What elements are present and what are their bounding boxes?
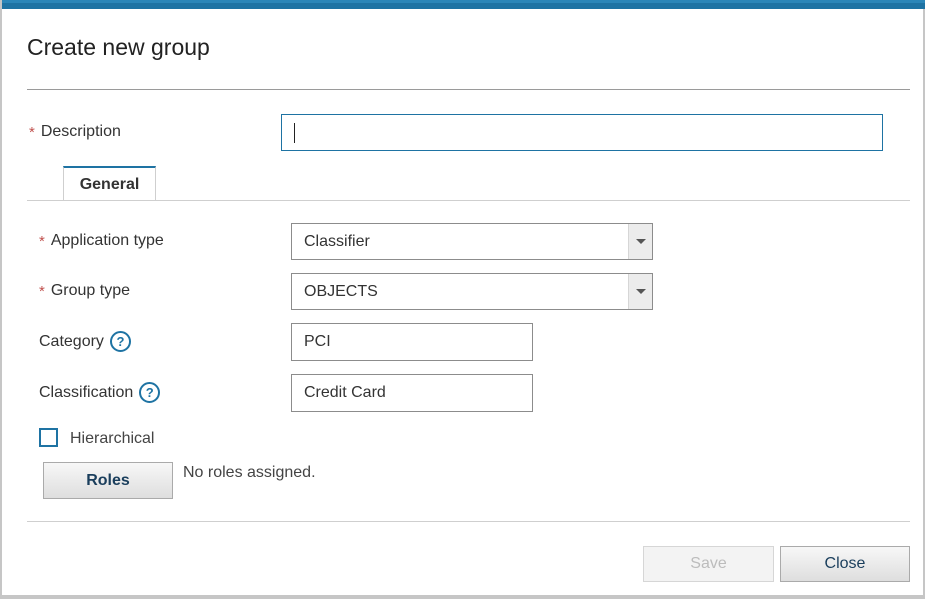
classification-input[interactable]: Credit Card — [291, 374, 533, 412]
dropdown-arrow[interactable] — [628, 224, 652, 259]
text-caret — [294, 122, 295, 143]
title-divider — [27, 89, 910, 90]
application-type-label: * Application type — [39, 232, 164, 250]
roles-button[interactable]: Roles — [43, 462, 173, 499]
dialog-title: Create new group — [27, 34, 210, 60]
chevron-down-icon — [635, 289, 646, 294]
group-type-value: OBJECTS — [304, 282, 378, 300]
dropdown-arrow[interactable] — [628, 274, 652, 309]
required-marker: * — [39, 282, 45, 300]
description-input[interactable] — [281, 114, 883, 151]
roles-status: No roles assigned. — [183, 464, 316, 481]
tab-general[interactable]: General — [63, 166, 156, 201]
classification-label: Classification ? — [39, 382, 161, 403]
category-input[interactable]: PCI — [291, 323, 533, 361]
hierarchical-label: Hierarchical — [70, 430, 155, 447]
group-type-select[interactable]: OBJECTS — [291, 273, 653, 310]
category-value: PCI — [304, 333, 331, 350]
group-type-label: * Group type — [39, 282, 130, 300]
help-icon[interactable]: ? — [139, 382, 161, 403]
application-type-select[interactable]: Classifier — [291, 223, 653, 260]
tab-divider — [27, 200, 910, 201]
classification-value: Credit Card — [304, 384, 386, 401]
save-button[interactable]: Save — [643, 546, 774, 582]
required-marker: * — [29, 123, 35, 141]
dialog-top-bar — [2, 0, 925, 9]
help-icon[interactable]: ? — [109, 331, 131, 352]
close-button[interactable]: Close — [780, 546, 910, 582]
description-label: * Description — [29, 123, 121, 141]
footer-divider — [27, 521, 910, 522]
hierarchical-checkbox[interactable] — [39, 428, 58, 447]
category-label: Category ? — [39, 331, 131, 352]
required-marker: * — [39, 232, 45, 250]
application-type-value: Classifier — [304, 232, 370, 250]
create-group-dialog: Create new group * Description General *… — [0, 0, 925, 597]
chevron-down-icon — [635, 239, 646, 244]
